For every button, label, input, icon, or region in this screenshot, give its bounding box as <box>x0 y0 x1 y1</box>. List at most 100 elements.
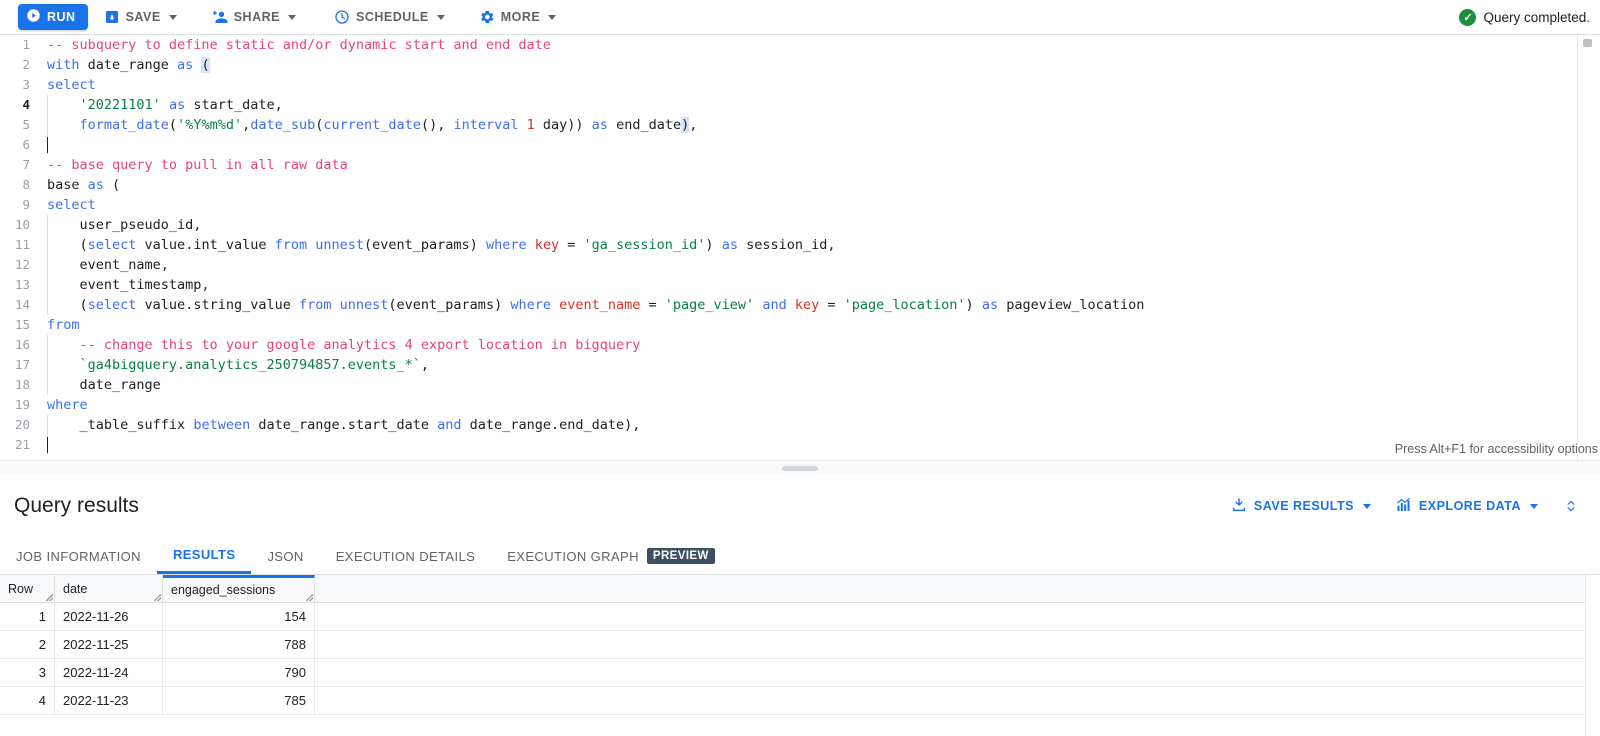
code-line[interactable]: 6 <box>0 135 1600 155</box>
clock-icon <box>334 9 350 25</box>
chevron-down-icon <box>287 14 296 20</box>
code-text: with date_range as ( <box>47 57 210 73</box>
column-resize-handle[interactable] <box>154 594 161 601</box>
explore-data-label: EXPLORE DATA <box>1418 499 1521 513</box>
table-cell: 2022-11-23 <box>55 687 163 714</box>
table-row[interactable]: 2 2022-11-25 788 <box>0 631 1600 659</box>
column-header-engaged_sessions[interactable]: engaged_sessions <box>163 575 315 602</box>
tab-execution-details[interactable]: EXECUTION DETAILS <box>320 538 491 574</box>
code-line[interactable]: 21 <box>0 435 1600 455</box>
tab-label: JOB INFORMATION <box>16 548 141 564</box>
save-results-label: SAVE RESULTS <box>1253 499 1354 513</box>
share-person-icon <box>211 9 228 25</box>
code-text: select <box>47 197 96 213</box>
code-line[interactable]: 10 user_pseudo_id, <box>0 215 1600 235</box>
line-number: 12 <box>14 257 30 272</box>
line-number: 20 <box>14 417 30 432</box>
column-header-label: date <box>63 581 88 596</box>
sql-editor[interactable]: 1 -- subquery to define static and/or dyn… <box>0 35 1600 460</box>
column-resize-handle[interactable] <box>46 594 53 601</box>
save-menu-button[interactable]: SAVE <box>94 0 187 35</box>
code-line[interactable]: 17 `ga4bigquery.analytics_250794857.even… <box>0 355 1600 375</box>
tab-job-information[interactable]: JOB INFORMATION <box>0 538 157 574</box>
column-header-label: engaged_sessions <box>171 583 276 597</box>
line-number: 7 <box>22 157 30 172</box>
code-line[interactable]: 12 event_name, <box>0 255 1600 275</box>
code-line[interactable]: 3 select <box>0 75 1600 95</box>
table-cell: 1 <box>0 603 55 630</box>
editor-scrollbar-track[interactable] <box>1577 35 1578 460</box>
table-cell: 2022-11-25 <box>55 631 163 658</box>
code-line[interactable]: 2 with date_range as ( <box>0 55 1600 75</box>
accessibility-hint: Press Alt+F1 for accessibility options <box>1394 442 1598 456</box>
line-number: 21 <box>14 437 30 452</box>
column-header-date[interactable]: date <box>55 575 163 602</box>
code-text: -- base query to pull in all raw data <box>47 157 348 173</box>
table-header-row: Row date engaged_sessions <box>0 575 1600 603</box>
line-number: 9 <box>22 197 30 212</box>
code-line[interactable]: 5 format_date('%Y%m%d',date_sub(current_… <box>0 115 1600 135</box>
code-text: date_range <box>47 377 161 393</box>
line-number: 3 <box>22 77 30 92</box>
schedule-menu-button[interactable]: SCHEDULE <box>324 0 455 35</box>
expand-collapse-button[interactable] <box>1550 496 1586 516</box>
tab-label: RESULTS <box>172 547 236 562</box>
sql-code[interactable]: 1 -- subquery to define static and/or dyn… <box>0 35 1600 460</box>
editor-scrollbar-thumb[interactable] <box>1583 39 1592 47</box>
code-line[interactable]: 7 -- base query to pull in all raw data <box>0 155 1600 175</box>
code-text: -- change this to your google analytics … <box>79 337 641 353</box>
chevron-down-icon <box>1530 503 1538 509</box>
table-cell: 2022-11-26 <box>55 603 163 630</box>
more-menu-button[interactable]: MORE <box>469 0 567 35</box>
tab-execution-graph[interactable]: EXECUTION GRAPH PREVIEW <box>491 538 731 574</box>
query-status: ✓ Query completed. <box>1459 8 1590 26</box>
code-line[interactable]: 15 from <box>0 315 1600 335</box>
code-text: from <box>47 317 80 333</box>
code-line[interactable]: 1 -- subquery to define static and/or dyn… <box>0 35 1600 55</box>
table-cell: 154 <box>163 603 315 630</box>
line-number: 4 <box>22 97 30 112</box>
line-number: 11 <box>14 237 30 252</box>
line-number: 13 <box>14 277 30 292</box>
code-line[interactable]: 13 event_timestamp, <box>0 275 1600 295</box>
explore-data-button[interactable]: EXPLORE DATA <box>1383 489 1550 523</box>
code-line[interactable]: 11 (select value.int_value from unnest(e… <box>0 235 1600 255</box>
code-line[interactable]: 14 (select value.string_value from unnes… <box>0 295 1600 315</box>
results-actions: SAVE RESULTS EXPLORE DATA <box>1219 489 1586 523</box>
gear-icon <box>479 9 495 25</box>
table-row[interactable]: 3 2022-11-24 790 <box>0 659 1600 687</box>
code-line[interactable]: 9 select <box>0 195 1600 215</box>
table-row[interactable]: 1 2022-11-26 154 <box>0 603 1600 631</box>
text-cursor <box>47 137 48 153</box>
download-icon <box>1231 497 1247 516</box>
code-line[interactable]: 19 where <box>0 395 1600 415</box>
tab-json[interactable]: JSON <box>251 538 319 574</box>
table-row[interactable]: 4 2022-11-23 785 <box>0 687 1600 715</box>
column-resize-handle[interactable] <box>306 594 313 601</box>
save-icon <box>104 9 120 25</box>
results-tabs: JOB INFORMATION RESULTS JSON EXECUTION DETA… <box>0 538 1600 575</box>
code-line[interactable]: 20 _table_suffix between date_range.star… <box>0 415 1600 435</box>
table-scrollbar[interactable] <box>1585 575 1600 736</box>
code-text: -- subquery to define static and/or dyna… <box>47 37 551 53</box>
preview-badge: PREVIEW <box>646 548 715 564</box>
code-line[interactable]: 8 base as ( <box>0 175 1600 195</box>
line-number: 17 <box>14 357 30 372</box>
save-results-button[interactable]: SAVE RESULTS <box>1219 489 1383 523</box>
line-number: 10 <box>14 217 30 232</box>
chevron-down-icon <box>168 14 177 20</box>
code-line[interactable]: 16 -- change this to your google analyti… <box>0 335 1600 355</box>
share-menu-button[interactable]: SHARE <box>201 0 306 35</box>
table-cell: 4 <box>0 687 55 714</box>
column-header-row[interactable]: Row <box>0 575 55 602</box>
code-text: select <box>47 77 96 93</box>
run-button[interactable]: RUN <box>18 4 88 30</box>
code-line[interactable]: 4 '20221101' as start_date, <box>0 95 1600 115</box>
code-text: '20221101' as start_date, <box>79 97 283 113</box>
tab-results[interactable]: RESULTS <box>156 538 252 574</box>
code-text: where <box>47 397 88 413</box>
tab-label: EXECUTION DETAILS <box>335 548 476 564</box>
code-line[interactable]: 18 date_range <box>0 375 1600 395</box>
table-cell: 2 <box>0 631 55 658</box>
line-number: 14 <box>14 297 30 312</box>
